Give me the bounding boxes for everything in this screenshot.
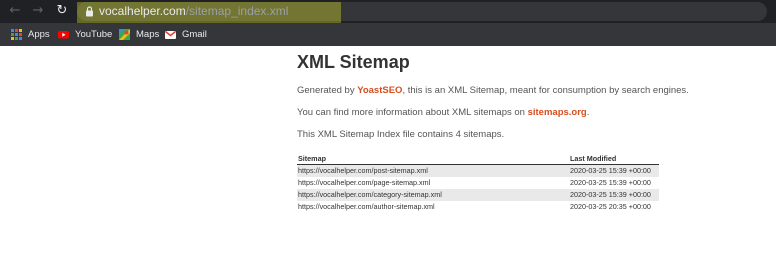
bookmark-maps[interactable]: Maps [119,27,159,42]
apps-grid-icon [11,29,22,40]
table-row: https://vocalhelper.com/author-sitemap.x… [297,201,659,213]
page-body: XML Sitemap Generated by YoastSEO, this … [0,46,776,262]
table-row: https://vocalhelper.com/post-sitemap.xml… [297,164,659,177]
reload-icon[interactable]: ↻ [54,3,70,19]
table-row: https://vocalhelper.com/page-sitemap.xml… [297,177,659,189]
gmail-icon [165,30,176,39]
page-title: XML Sitemap [297,52,410,72]
bookmark-youtube[interactable]: YouTube [58,27,112,42]
forward-arrow-icon[interactable]: → [30,3,46,19]
youtube-icon [58,31,69,39]
back-arrow-icon[interactable]: ← [7,3,23,19]
sitemap-url-link[interactable]: https://vocalhelper.com/author-sitemap.x… [297,201,569,213]
last-modified-cell: 2020-03-25 15:39 +00:00 [570,178,651,187]
info-suffix: . [586,107,590,118]
bookmark-label: Gmail [182,29,207,40]
more-info-text: You can find more information about XML … [297,107,589,118]
bookmarks-bar: Apps YouTube Maps Gmail [0,23,776,46]
table-row: https://vocalhelper.com/category-sitemap… [297,188,659,201]
bookmark-gmail[interactable]: Gmail [165,27,207,42]
bookmark-label: Apps [28,29,50,40]
sitemap-url-link[interactable]: https://vocalhelper.com/category-sitemap… [297,188,569,201]
sitemap-count-text: This XML Sitemap Index file contains 4 s… [297,129,505,140]
sitemap-table: Sitemap Last Modified https://vocalhelpe… [297,153,659,213]
last-modified-column-header: Last Modified [569,153,659,165]
yoastseo-link[interactable]: YoastSEO [357,85,402,96]
address-bar[interactable]: vocalhelper.com/sitemap_index.xml [77,2,767,23]
info-prefix: You can find more information about XML … [297,107,528,118]
last-modified-cell: 2020-03-25 15:39 +00:00 [569,164,659,177]
last-modified-cell: 2020-03-25 15:39 +00:00 [569,188,659,201]
url-host: vocalhelper.com [99,4,186,18]
maps-icon [119,29,130,40]
sitemap-url-link[interactable]: https://vocalhelper.com/post-sitemap.xml [297,164,569,177]
generated-suffix: , this is an XML Sitemap, meant for cons… [402,85,689,96]
browser-toolbar: ← → ↻ vocalhelper.com/sitemap_index.xml [0,0,776,23]
generated-by-text: Generated by YoastSEO, this is an XML Si… [297,85,689,96]
last-modified-cell: 2020-03-25 20:35 +00:00 [570,202,651,211]
table-header-row: Sitemap Last Modified [297,153,659,165]
url-path: /sitemap_index.xml [185,4,289,18]
bookmark-apps[interactable]: Apps [11,27,50,42]
bookmark-label: YouTube [75,29,113,40]
generated-prefix: Generated by [297,85,358,96]
lock-icon [86,6,93,17]
sitemap-column-header: Sitemap [297,153,569,165]
sitemaps-org-link[interactable]: sitemaps.org [528,107,587,118]
sitemap-url-link[interactable]: https://vocalhelper.com/page-sitemap.xml [297,177,569,189]
bookmark-label: Maps [136,29,160,40]
url-text[interactable]: vocalhelper.com/sitemap_index.xml [99,4,288,19]
